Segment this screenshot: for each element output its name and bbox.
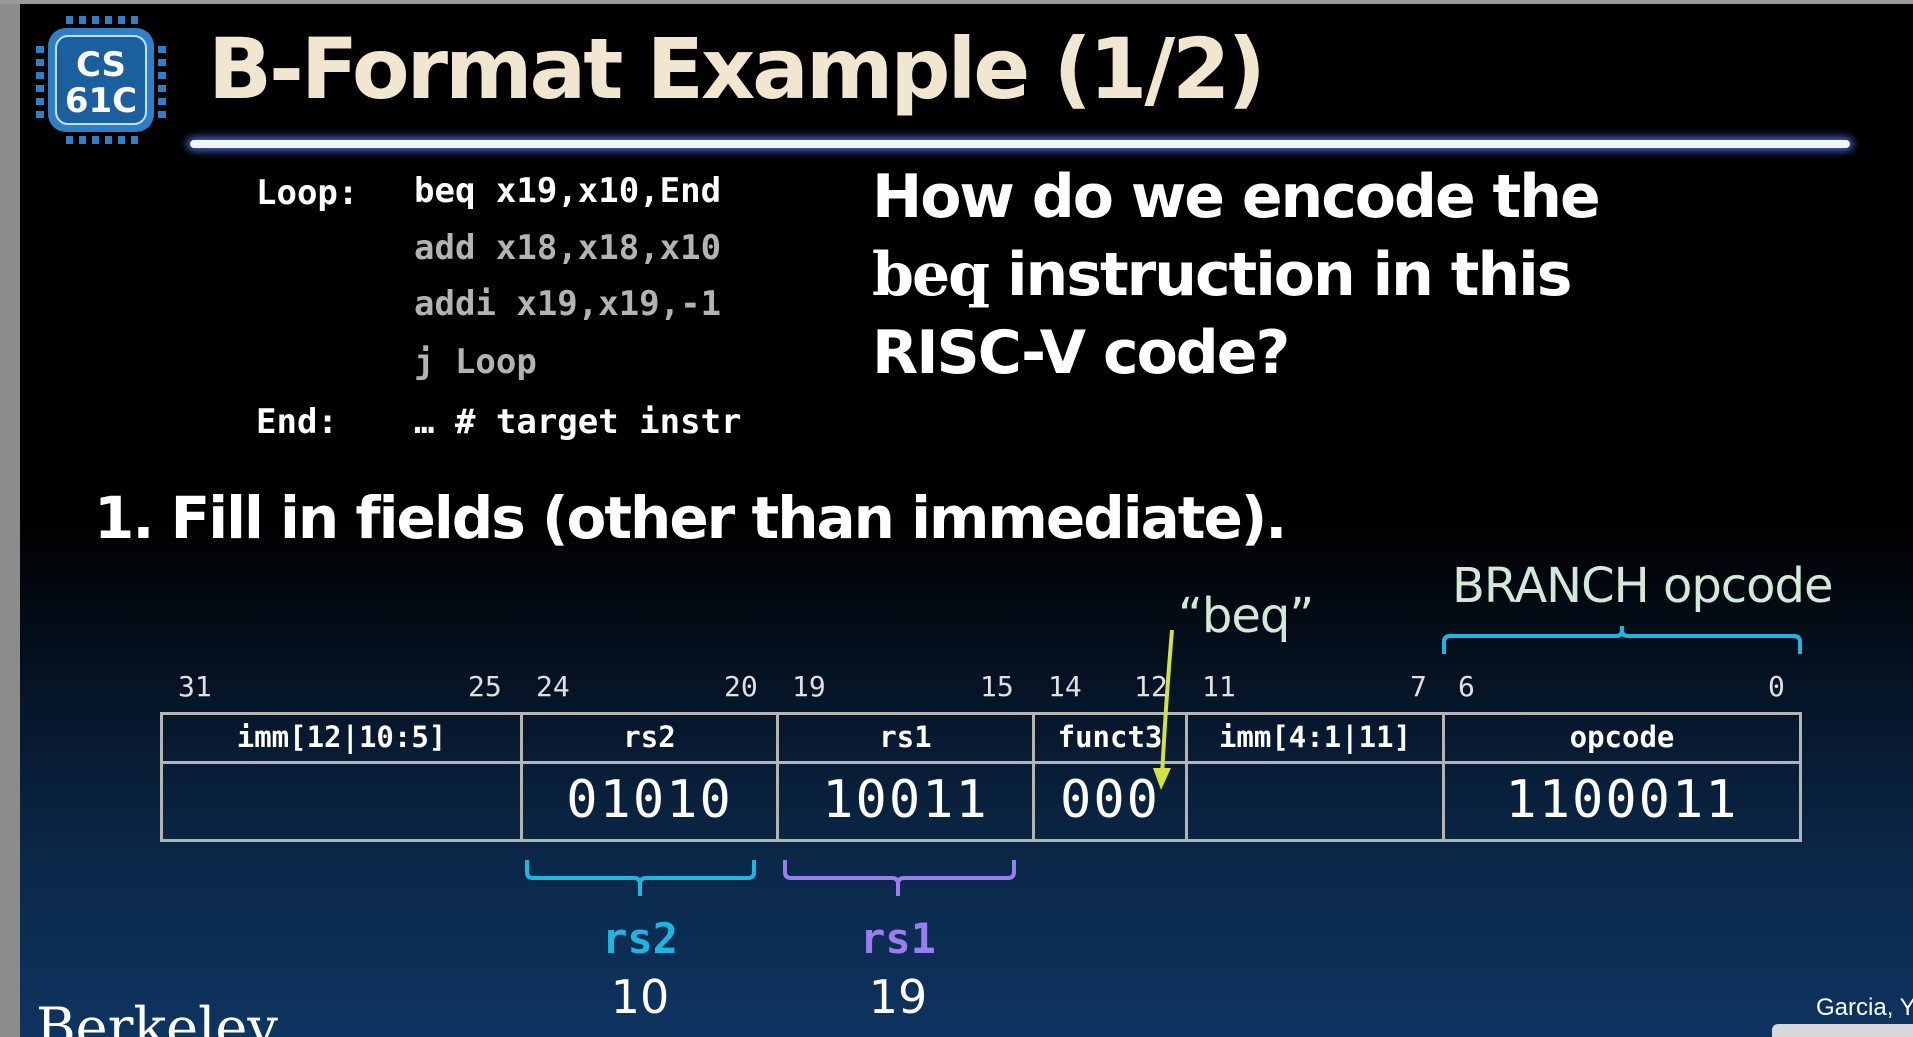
beq-arrow-line — [1160, 629, 1174, 777]
rs2-decimal-value: 10 — [610, 970, 670, 1024]
rs1-bracket — [783, 860, 1016, 896]
rs1-decimal-value: 19 — [868, 970, 928, 1024]
rs2-bracket-label: rs2 — [602, 914, 678, 963]
creative-commons-badge-icon — [1772, 1024, 1913, 1037]
rs2-bracket — [525, 860, 756, 896]
rs1-bracket-label: rs1 — [860, 914, 936, 963]
opcode-bracket — [1442, 626, 1802, 654]
slide: CS 61C B-Format Example (1/2) Loop: beq … — [0, 0, 1913, 1037]
berkeley-wordmark: Berkeley — [36, 996, 278, 1037]
author-credit: Garcia, Yo — [1816, 994, 1913, 1021]
beq-arrow-head — [1153, 768, 1171, 790]
annotation-overlay — [525, 626, 1802, 896]
